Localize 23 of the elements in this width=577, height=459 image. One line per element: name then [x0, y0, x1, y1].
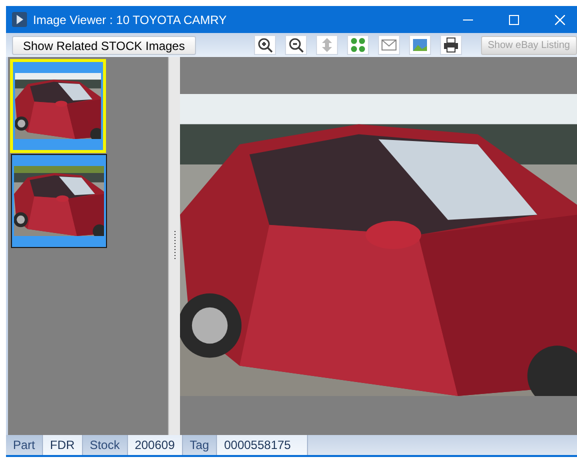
status-label: Tag	[182, 435, 218, 455]
maximize-icon[interactable]	[509, 14, 519, 24]
status-value: 0000558175	[217, 435, 308, 455]
show-related-stock-images-button[interactable]: Show Related STOCK Images	[12, 36, 196, 54]
close-icon[interactable]	[555, 14, 565, 24]
zoom-in-icon	[256, 37, 273, 53]
zoom-out-button[interactable]	[284, 35, 307, 55]
status-label: Stock	[82, 435, 128, 455]
zoom-out-icon	[288, 37, 304, 53]
status-value: FDR	[43, 435, 83, 455]
status-value: 200609	[128, 435, 183, 455]
image-button[interactable]	[408, 35, 431, 55]
app-icon	[12, 12, 27, 27]
print-button[interactable]	[440, 35, 462, 55]
window-title: Image Viewer : 10 TOYOTA CAMRY	[33, 12, 227, 28]
thumbnail[interactable]	[11, 154, 107, 248]
fit-button[interactable]	[346, 35, 369, 55]
envelope-icon	[380, 37, 397, 53]
image-icon	[412, 37, 428, 53]
status-label: Part	[6, 435, 44, 455]
zoom-in-button[interactable]	[254, 35, 276, 55]
printer-icon	[442, 37, 459, 53]
email-button[interactable]	[378, 35, 400, 55]
